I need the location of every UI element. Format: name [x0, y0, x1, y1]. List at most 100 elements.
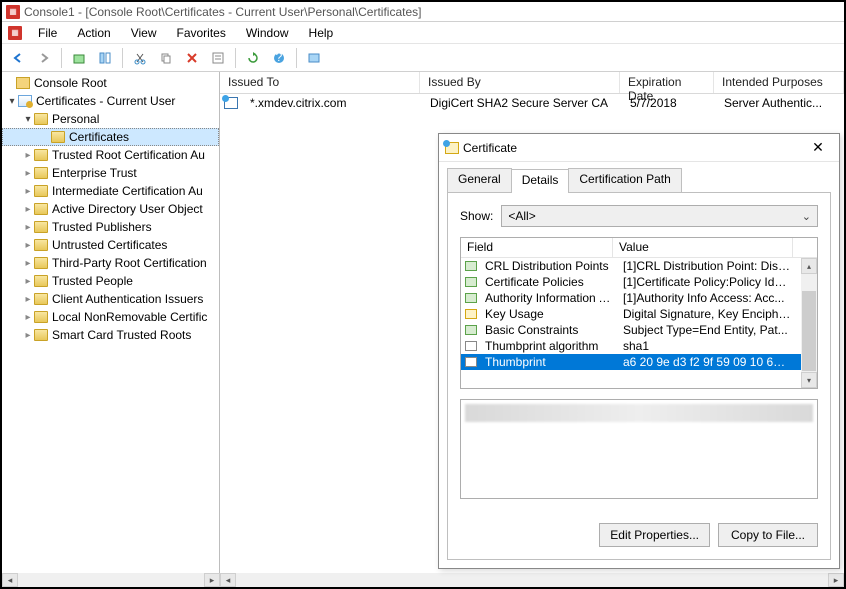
- tree-personal[interactable]: Personal: [2, 110, 219, 128]
- caret-right-icon[interactable]: [22, 222, 34, 233]
- title-bar: ▦ Console1 - [Console Root\Certificates …: [2, 2, 844, 22]
- cell-issued-to: *.xmdev.citrix.com: [242, 96, 422, 110]
- scroll-left-button[interactable]: ◂: [220, 573, 236, 587]
- tree-console-root[interactable]: Console Root: [2, 74, 219, 92]
- tree-certificates-user[interactable]: Certificates - Current User: [2, 92, 219, 110]
- caret-down-icon[interactable]: [6, 96, 18, 107]
- copy-button[interactable]: [154, 47, 178, 69]
- caret-right-icon[interactable]: [22, 240, 34, 251]
- property-icon: [465, 357, 477, 367]
- field-value: [1]CRL Distribution Point: Distr...: [617, 259, 797, 273]
- field-row[interactable]: CRL Distribution Points[1]CRL Distributi…: [461, 258, 817, 274]
- caret-right-icon[interactable]: [22, 150, 34, 161]
- show-value: <All>: [508, 209, 535, 223]
- tree-item[interactable]: Trusted People: [2, 272, 219, 290]
- help-button[interactable]: ?: [267, 47, 291, 69]
- certificate-dialog: Certificate ✕ General Details Certificat…: [438, 133, 840, 569]
- caret-right-icon[interactable]: [22, 312, 34, 323]
- new-window-button[interactable]: [302, 47, 326, 69]
- menu-favorites[interactable]: Favorites: [169, 24, 234, 42]
- certificate-row[interactable]: *.xmdev.citrix.comDigiCert SHA2 Secure S…: [220, 94, 844, 112]
- list-header: Issued To Issued By Expiration Date Inte…: [220, 72, 844, 94]
- tree-item[interactable]: Active Directory User Object: [2, 200, 219, 218]
- bottom-scrollbars: ◂ ▸ ◂ ▸: [2, 573, 844, 587]
- field-value: sha1: [617, 339, 797, 353]
- forward-button[interactable]: [32, 47, 56, 69]
- scroll-right-button[interactable]: ▸: [204, 573, 220, 587]
- menu-view[interactable]: View: [123, 24, 165, 42]
- close-button[interactable]: ✕: [803, 137, 833, 159]
- tree-item[interactable]: Enterprise Trust: [2, 164, 219, 182]
- tree-certificates[interactable]: Certificates: [2, 128, 219, 146]
- tree-item[interactable]: Trusted Publishers: [2, 218, 219, 236]
- tree-label: Certificates - Current User: [36, 94, 175, 108]
- column-issued-by[interactable]: Issued By: [420, 72, 620, 93]
- folder-icon: [34, 149, 48, 161]
- detail-value-box[interactable]: [460, 399, 818, 499]
- tab-general[interactable]: General: [447, 168, 512, 192]
- menu-file[interactable]: File: [30, 24, 65, 42]
- field-header[interactable]: Field: [461, 238, 613, 257]
- caret-right-icon[interactable]: [22, 168, 34, 179]
- column-purposes[interactable]: Intended Purposes: [714, 72, 844, 93]
- tree-label: Trusted People: [52, 274, 133, 288]
- caret-right-icon[interactable]: [22, 330, 34, 341]
- copy-to-file-button[interactable]: Copy to File...: [718, 523, 818, 547]
- field-row[interactable]: Basic ConstraintsSubject Type=End Entity…: [461, 322, 817, 338]
- tree-item[interactable]: Local NonRemovable Certific: [2, 308, 219, 326]
- field-row[interactable]: Key UsageDigital Signature, Key Encipher…: [461, 306, 817, 322]
- refresh-button[interactable]: [241, 47, 265, 69]
- caret-right-icon[interactable]: [22, 294, 34, 305]
- field-list: Field Value CRL Distribution Points[1]CR…: [460, 237, 818, 389]
- cut-button[interactable]: [128, 47, 152, 69]
- tree-item[interactable]: Intermediate Certification Au: [2, 182, 219, 200]
- menu-help[interactable]: Help: [301, 24, 342, 42]
- tree-label: Active Directory User Object: [52, 202, 203, 216]
- field-name: CRL Distribution Points: [479, 259, 617, 273]
- folder-icon: [51, 131, 65, 143]
- tab-certification-path[interactable]: Certification Path: [568, 168, 681, 192]
- value-header[interactable]: Value: [613, 238, 793, 257]
- menu-window[interactable]: Window: [238, 24, 297, 42]
- menu-action[interactable]: Action: [69, 24, 118, 42]
- scroll-down-button[interactable]: ▾: [801, 372, 817, 388]
- scroll-left-button[interactable]: ◂: [2, 573, 18, 587]
- caret-right-icon[interactable]: [22, 276, 34, 287]
- folder-icon: [34, 293, 48, 305]
- scroll-track[interactable]: [236, 573, 828, 587]
- caret-down-icon[interactable]: [22, 114, 34, 125]
- properties-button[interactable]: [206, 47, 230, 69]
- tab-details[interactable]: Details: [511, 169, 570, 193]
- field-row[interactable]: Certificate Policies[1]Certificate Polic…: [461, 274, 817, 290]
- field-name: Basic Constraints: [479, 323, 617, 337]
- field-row[interactable]: Thumbprinta6 20 9e d3 f2 9f 59 09 10 6e …: [461, 354, 817, 370]
- tree-item[interactable]: Client Authentication Issuers: [2, 290, 219, 308]
- scroll-up-button[interactable]: ▴: [801, 258, 817, 274]
- tree-item[interactable]: Untrusted Certificates: [2, 236, 219, 254]
- field-row[interactable]: Thumbprint algorithmsha1: [461, 338, 817, 354]
- delete-button[interactable]: [180, 47, 204, 69]
- edit-properties-button[interactable]: Edit Properties...: [599, 523, 710, 547]
- field-list-scrollbar[interactable]: ▴ ▾: [801, 258, 817, 388]
- scroll-thumb[interactable]: [802, 291, 816, 371]
- caret-right-icon[interactable]: [22, 204, 34, 215]
- tree-item[interactable]: Smart Card Trusted Roots: [2, 326, 219, 344]
- cell-expiration: 5/7/2018: [622, 96, 716, 110]
- tree-item[interactable]: Third-Party Root Certification: [2, 254, 219, 272]
- caret-right-icon[interactable]: [22, 186, 34, 197]
- field-row[interactable]: Authority Information Access[1]Authority…: [461, 290, 817, 306]
- field-name: Key Usage: [479, 307, 617, 321]
- caret-right-icon[interactable]: [22, 258, 34, 269]
- back-button[interactable]: [6, 47, 30, 69]
- field-value: [1]Authority Info Access: Acc...: [617, 291, 797, 305]
- scroll-right-button[interactable]: ▸: [828, 573, 844, 587]
- column-issued-to[interactable]: Issued To: [220, 72, 420, 93]
- tree-item[interactable]: Trusted Root Certification Au: [2, 146, 219, 164]
- folder-icon: [34, 185, 48, 197]
- scroll-track[interactable]: [18, 573, 204, 587]
- certificate-store-icon: [18, 95, 32, 107]
- up-button[interactable]: [67, 47, 91, 69]
- show-dropdown[interactable]: <All>: [501, 205, 818, 227]
- show-hide-button[interactable]: [93, 47, 117, 69]
- column-expiration[interactable]: Expiration Date: [620, 72, 714, 93]
